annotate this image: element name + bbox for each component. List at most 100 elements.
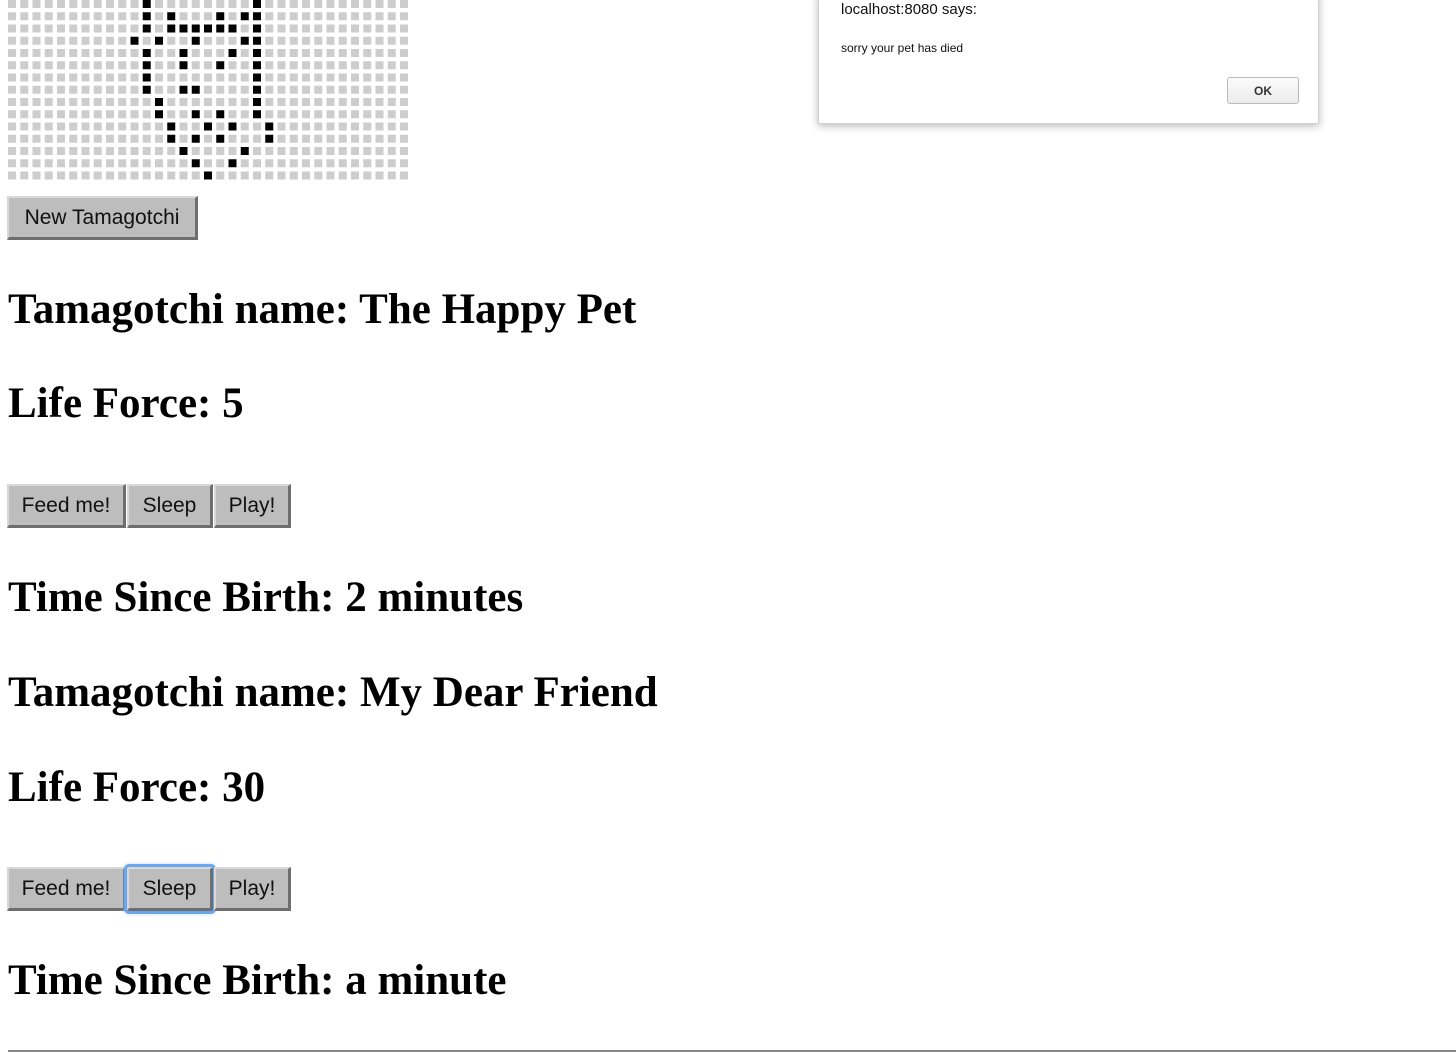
sprite-pixel-off bbox=[228, 61, 237, 70]
sprite-pixel-on bbox=[253, 49, 261, 57]
sprite-pixel-off bbox=[314, 110, 323, 119]
sprite-pixel-off bbox=[81, 73, 90, 82]
sprite-pixel-off bbox=[69, 36, 78, 45]
sprite-pixel-off bbox=[326, 147, 335, 155]
sprite-pixel-off bbox=[167, 36, 176, 45]
sprite-pixel-off bbox=[204, 98, 212, 106]
sprite-pixel-on bbox=[191, 85, 200, 94]
sprite-pixel-off bbox=[167, 147, 176, 155]
sprite-pixel-off bbox=[20, 134, 29, 143]
sprite-pixel-off bbox=[44, 159, 53, 168]
sprite-pixel-off bbox=[289, 24, 298, 33]
sprite-pixel-off bbox=[375, 171, 384, 180]
sprite-pixel-off bbox=[130, 12, 139, 21]
sprite-pixel-off bbox=[93, 122, 102, 131]
sprite-pixel-on bbox=[155, 110, 163, 119]
sprite-pixel-off bbox=[302, 12, 310, 21]
pet-1-feed-button[interactable]: Feed me! bbox=[7, 484, 126, 528]
sprite-pixel-off bbox=[32, 122, 41, 131]
sprite-pixel-on bbox=[179, 24, 188, 33]
sprite-pixel-off bbox=[314, 147, 323, 155]
sprite-pixel-off bbox=[277, 0, 286, 8]
pet-1-play-button[interactable]: Play! bbox=[214, 484, 291, 528]
sprite-pixel-off bbox=[8, 49, 16, 57]
sprite-pixel-off bbox=[302, 147, 310, 155]
sprite-pixel-off bbox=[8, 171, 16, 180]
sprite-pixel-off bbox=[387, 73, 396, 82]
sprite-pixel-off bbox=[20, 49, 29, 57]
sprite-pixel-off bbox=[204, 49, 212, 57]
sprite-pixel-off bbox=[57, 134, 65, 143]
sprite-pixel-off bbox=[400, 73, 408, 82]
sprite-pixel-off bbox=[44, 36, 53, 45]
sprite-pixel-off bbox=[240, 0, 249, 8]
sprite-pixel-off bbox=[302, 98, 310, 106]
sprite-pixel-off bbox=[69, 147, 78, 155]
sprite-pixel-off bbox=[240, 49, 249, 57]
sprite-pixel-on bbox=[142, 61, 151, 70]
sprite-pixel-off bbox=[57, 49, 65, 57]
pet-1-sleep-button[interactable]: Sleep bbox=[127, 484, 213, 528]
sprite-pixel-off bbox=[387, 49, 396, 57]
sprite-pixel-off bbox=[32, 73, 41, 82]
sprite-pixel-off bbox=[179, 171, 188, 180]
sprite-pixel-off bbox=[118, 24, 127, 33]
sprite-pixel-off bbox=[314, 85, 323, 94]
sprite-pixel-off bbox=[106, 110, 114, 119]
sprite-pixel-off bbox=[8, 110, 16, 119]
sprite-pixel-off bbox=[32, 49, 41, 57]
sprite-pixel-off bbox=[32, 147, 41, 155]
sprite-pixel-off bbox=[289, 134, 298, 143]
sprite-pixel-off bbox=[93, 12, 102, 21]
sprite-pixel-off bbox=[44, 147, 53, 155]
sprite-pixel-off bbox=[326, 61, 335, 70]
sprite-pixel-off bbox=[118, 98, 127, 106]
sprite-pixel-off bbox=[118, 49, 127, 57]
sprite-pixel-off bbox=[69, 171, 78, 180]
sprite-pixel-off bbox=[289, 159, 298, 168]
sprite-pixel-off bbox=[118, 159, 127, 168]
sprite-pixel-off bbox=[20, 0, 29, 8]
sprite-pixel-off bbox=[387, 110, 396, 119]
sprite-pixel-off bbox=[228, 110, 237, 119]
sprite-pixel-on bbox=[216, 110, 225, 119]
pet-2-feed-button[interactable]: Feed me! bbox=[7, 867, 126, 911]
sprite-pixel-off bbox=[277, 61, 286, 70]
sprite-pixel-off bbox=[338, 110, 347, 119]
sprite-pixel-off bbox=[155, 134, 163, 143]
sprite-pixel-off bbox=[240, 171, 249, 180]
sprite-pixel-off bbox=[375, 98, 384, 106]
sprite-pixel-off bbox=[8, 85, 16, 94]
sprite-pixel-off bbox=[81, 36, 90, 45]
sprite-pixel-off bbox=[326, 36, 335, 45]
sprite-pixel-off bbox=[191, 171, 200, 180]
sprite-pixel-off bbox=[265, 49, 274, 57]
alert-dialog: localhost:8080 says: sorry your pet has … bbox=[818, 0, 1319, 124]
sprite-pixel-off bbox=[57, 24, 65, 33]
sprite-pixel-off bbox=[277, 110, 286, 119]
sprite-pixel-off bbox=[375, 159, 384, 168]
sprite-pixel-on bbox=[179, 85, 188, 94]
sprite-pixel-off bbox=[93, 61, 102, 70]
sprite-pixel-off bbox=[326, 73, 335, 82]
sprite-pixel-off bbox=[228, 85, 237, 94]
pet-2-sleep-button[interactable]: Sleep bbox=[124, 864, 216, 914]
sprite-pixel-off bbox=[265, 61, 274, 70]
sprite-pixel-on bbox=[142, 0, 151, 8]
sprite-pixel-off bbox=[167, 73, 176, 82]
sprite-pixel-off bbox=[93, 24, 102, 33]
sprite-pixel-off bbox=[179, 73, 188, 82]
new-tamagotchi-button[interactable]: New Tamagotchi bbox=[7, 196, 198, 240]
sprite-pixel-off bbox=[228, 147, 237, 155]
sprite-pixel-off bbox=[326, 12, 335, 21]
sprite-pixel-off bbox=[253, 171, 261, 180]
alert-ok-button[interactable]: OK bbox=[1227, 77, 1299, 104]
pet-2-play-button[interactable]: Play! bbox=[214, 867, 291, 911]
sprite-pixel-off bbox=[106, 159, 114, 168]
sprite-pixel-off bbox=[400, 36, 408, 45]
sprite-pixel-off bbox=[400, 12, 408, 21]
sprite-pixel-on bbox=[191, 24, 200, 33]
sprite-pixel-off bbox=[228, 134, 237, 143]
sprite-pixel-off bbox=[253, 147, 261, 155]
sprite-pixel-off bbox=[93, 134, 102, 143]
